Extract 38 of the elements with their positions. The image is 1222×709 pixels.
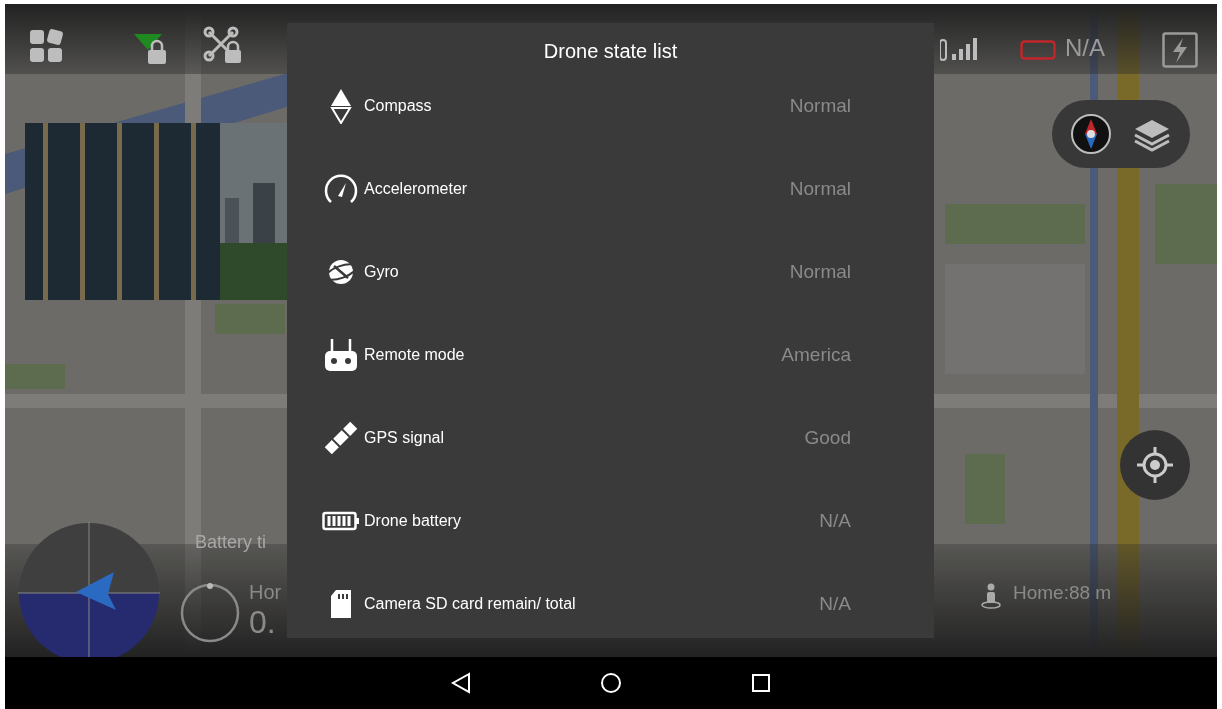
- recents-icon[interactable]: [750, 672, 772, 694]
- state-value: Normal: [789, 260, 851, 283]
- locate-icon: [1135, 445, 1175, 485]
- state-value: N/A: [819, 592, 851, 615]
- diamond-icon: [329, 87, 352, 124]
- state-label: GPS signal: [364, 427, 446, 448]
- state-label: Drone battery: [364, 510, 462, 531]
- dialog-title: Drone state list: [542, 39, 679, 64]
- home-distance: Home:88 m: [1013, 582, 1112, 604]
- gauge-ring-icon: [179, 582, 241, 644]
- park-area: [5, 364, 65, 389]
- park-area: [215, 304, 285, 334]
- state-value: Normal: [789, 94, 851, 117]
- remote-controller-icon: [322, 336, 359, 373]
- battery-icon: [321, 510, 360, 531]
- horizontal-value: 0.: [249, 604, 276, 641]
- state-value: America: [781, 343, 851, 366]
- sd-card-icon: [328, 588, 353, 619]
- state-label: Compass: [364, 95, 433, 116]
- state-label: Gyro: [364, 261, 400, 282]
- apps-grid-icon[interactable]: [28, 28, 64, 64]
- park-area: [965, 454, 1005, 524]
- state-label: Camera SD card remain/ total: [364, 593, 577, 614]
- battery-time-label: Battery ti: [195, 532, 267, 553]
- back-icon[interactable]: [450, 672, 472, 694]
- state-label: Accelerometer: [364, 178, 469, 199]
- compass-icon[interactable]: [1070, 113, 1112, 155]
- state-value: Good: [804, 426, 851, 449]
- state-value: Normal: [789, 177, 851, 200]
- battery-reading: N/A: [1065, 34, 1105, 62]
- home-person-icon: [980, 583, 1002, 609]
- horizontal-label: Hor: [249, 581, 282, 604]
- state-value: N/A: [819, 509, 851, 532]
- battery-icon: [1020, 40, 1056, 60]
- flash-icon[interactable]: [1162, 32, 1198, 68]
- home-icon[interactable]: [600, 672, 622, 694]
- state-label: Remote mode: [364, 344, 466, 365]
- drone-lock-icon[interactable]: [203, 26, 243, 64]
